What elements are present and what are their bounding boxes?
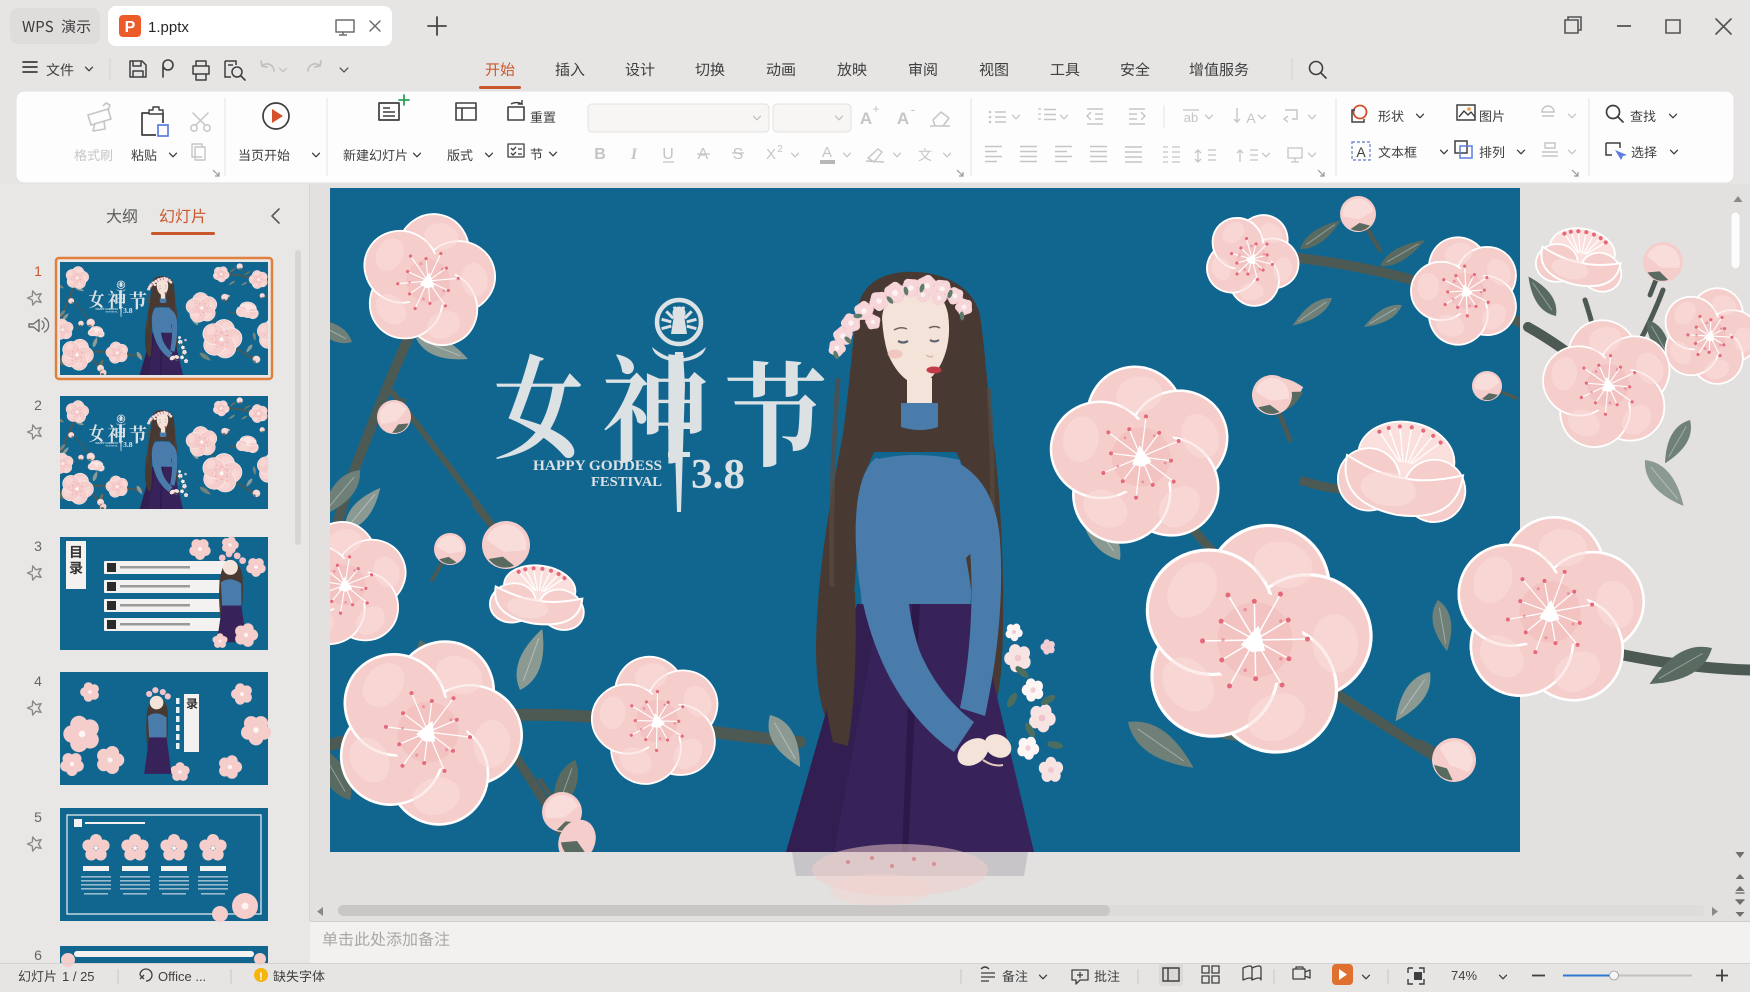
svg-text:A: A (860, 109, 872, 128)
svg-text:6: 6 (34, 947, 42, 963)
svg-text:!: ! (259, 971, 263, 983)
svg-text:+: + (872, 102, 879, 116)
svg-text:I: I (630, 146, 638, 163)
svg-text:X: X (766, 146, 776, 163)
svg-text:ab: ab (1184, 110, 1198, 125)
svg-text:1.pptx: 1.pptx (148, 19, 189, 36)
svg-text:2: 2 (777, 144, 783, 155)
svg-text:U: U (662, 146, 674, 163)
svg-text:A: A (1246, 110, 1256, 126)
svg-text:1 / 25: 1 / 25 (62, 969, 95, 984)
svg-text:5: 5 (34, 809, 42, 825)
svg-text:3: 3 (34, 538, 42, 554)
svg-text:P: P (125, 19, 136, 36)
svg-text:A: A (897, 109, 909, 128)
svg-text:1: 1 (34, 263, 42, 279)
svg-text:-: - (911, 101, 916, 117)
svg-text:4: 4 (34, 673, 42, 689)
svg-text:B: B (594, 146, 606, 163)
svg-text:Office ...: Office ... (158, 969, 206, 984)
svg-text:2: 2 (34, 397, 42, 413)
svg-text:74%: 74% (1451, 968, 1477, 983)
svg-text:A: A (1356, 144, 1366, 160)
svg-text:A: A (822, 144, 832, 161)
svg-text:S: S (733, 146, 744, 163)
